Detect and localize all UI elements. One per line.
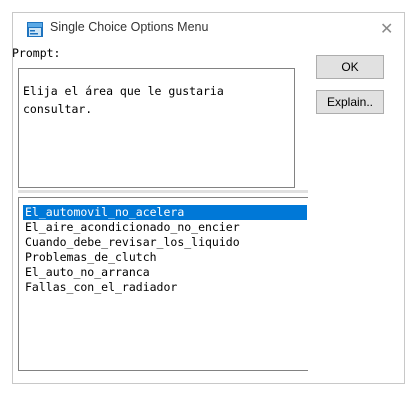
list-item[interactable]: El_auto_no_arranca bbox=[25, 265, 152, 280]
pane-divider[interactable] bbox=[18, 190, 308, 193]
options-listbox[interactable]: El_automovil_no_acelera El_aire_acondicio… bbox=[18, 197, 308, 371]
window-title: Single Choice Options Menu bbox=[50, 20, 209, 34]
list-item[interactable]: El_automovil_no_acelera bbox=[23, 205, 307, 220]
list-item[interactable]: Cuando_debe_revisar_los_liquido bbox=[25, 235, 242, 250]
list-item[interactable]: Problemas_de_clutch bbox=[25, 250, 159, 265]
app-dialog-icon bbox=[27, 22, 43, 37]
title-bar[interactable]: Single Choice Options Menu ✕ bbox=[13, 13, 404, 46]
prompt-textbox: Elija el área que le gustaria consultar. bbox=[18, 68, 295, 188]
close-button[interactable]: ✕ bbox=[368, 13, 404, 46]
close-icon: ✕ bbox=[380, 19, 394, 38]
explain-button[interactable]: Explain.. bbox=[316, 90, 384, 114]
ok-button[interactable]: OK bbox=[316, 55, 384, 79]
list-item[interactable]: El_aire_acondicionado_no_encier bbox=[25, 220, 242, 235]
prompt-label: Prompt: bbox=[12, 46, 61, 60]
list-item[interactable]: Fallas_con_el_radiador bbox=[25, 280, 179, 295]
prompt-text: Elija el área que le gustaria consultar. bbox=[23, 84, 224, 116]
